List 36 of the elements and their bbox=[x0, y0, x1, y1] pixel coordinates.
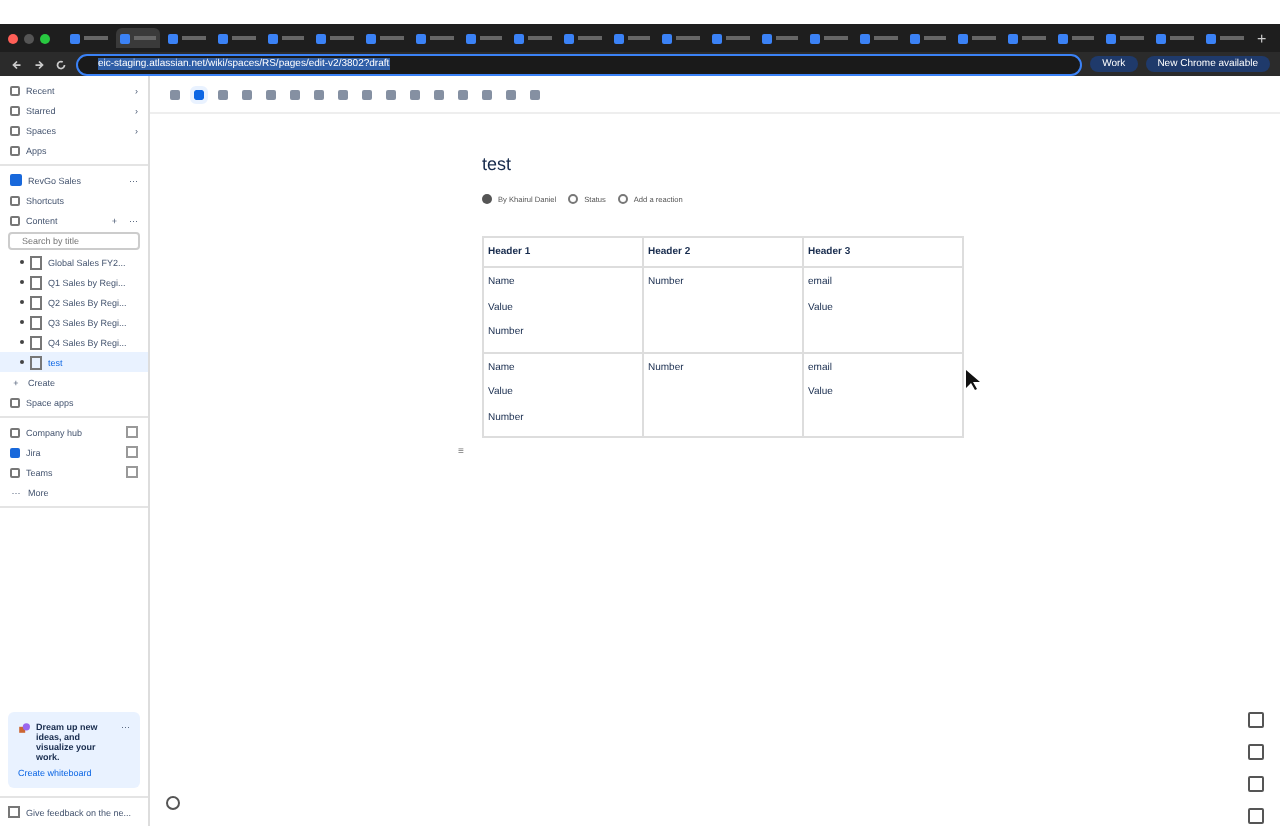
shapes-icon bbox=[18, 722, 30, 734]
browser-tab[interactable] bbox=[856, 28, 902, 48]
browser-tab[interactable] bbox=[954, 28, 1001, 48]
browser-tab[interactable] bbox=[411, 28, 457, 48]
browser-tab[interactable] bbox=[362, 28, 408, 48]
status-icon bbox=[568, 194, 579, 204]
browser-tab[interactable] bbox=[905, 28, 951, 48]
reload-icon[interactable] bbox=[54, 57, 68, 71]
browser-tab[interactable] bbox=[658, 28, 704, 48]
browser-tab[interactable] bbox=[1102, 28, 1149, 48]
browser-tab[interactable] bbox=[115, 28, 161, 48]
forward-icon[interactable] bbox=[32, 57, 46, 71]
new-tab-button[interactable]: + bbox=[1251, 29, 1273, 47]
browser-tab[interactable] bbox=[1201, 28, 1247, 48]
browser-tab[interactable] bbox=[214, 28, 260, 48]
reaction-icon bbox=[617, 194, 628, 204]
avatar-icon bbox=[482, 194, 492, 204]
browser-tab[interactable] bbox=[164, 28, 211, 48]
back-icon[interactable] bbox=[10, 57, 24, 71]
space-logo-icon bbox=[10, 174, 22, 186]
browser-tab[interactable] bbox=[757, 28, 803, 48]
browser-tab[interactable] bbox=[1053, 28, 1099, 48]
browser-tab[interactable] bbox=[1004, 28, 1050, 48]
browser-tab[interactable] bbox=[263, 28, 309, 48]
browser-tab[interactable] bbox=[806, 28, 852, 48]
page-title[interactable]: test bbox=[482, 154, 1280, 174]
bold-icon[interactable] bbox=[194, 89, 204, 99]
browser-tab[interactable] bbox=[66, 28, 112, 48]
browser-tab[interactable] bbox=[707, 28, 754, 48]
browser-tab[interactable] bbox=[312, 28, 359, 48]
browser-tab[interactable] bbox=[559, 28, 606, 48]
browser-tab[interactable] bbox=[609, 28, 655, 48]
mouse-cursor-icon bbox=[964, 368, 980, 392]
browser-tab[interactable] bbox=[1152, 28, 1198, 48]
browser-tab[interactable] bbox=[461, 28, 507, 48]
browser-tab[interactable] bbox=[510, 28, 556, 48]
